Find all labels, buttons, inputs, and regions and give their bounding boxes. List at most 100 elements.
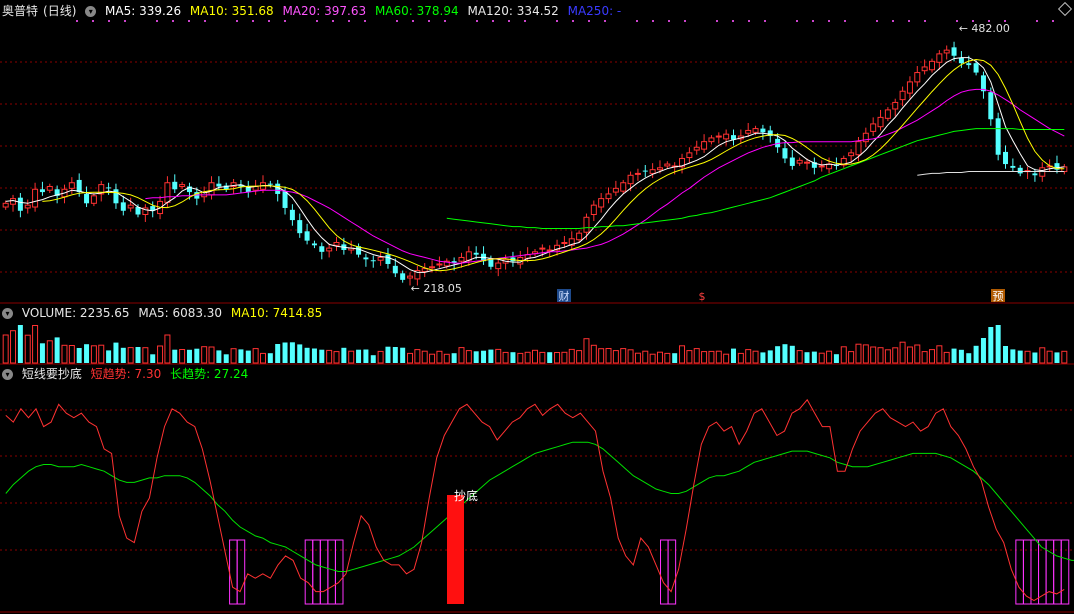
volume-bar (252, 348, 259, 364)
volume-bar (502, 351, 509, 364)
volume-bar (1039, 347, 1046, 364)
volume-bar (84, 344, 90, 363)
candle (333, 242, 340, 246)
candle (120, 202, 126, 211)
signal-dot (812, 20, 814, 22)
candle (848, 152, 855, 157)
candle (782, 148, 788, 159)
volume-bar (517, 352, 524, 364)
volume-bar (127, 347, 134, 364)
volume-bar (818, 352, 825, 364)
volume-bar (715, 350, 722, 364)
candle (1003, 151, 1009, 165)
volume-bar (884, 349, 891, 364)
volume-bar (451, 353, 457, 363)
signal-dot (844, 20, 846, 22)
volume-bar (2, 334, 9, 364)
volume-bar (135, 347, 141, 363)
candle (289, 209, 295, 221)
signal-dot (876, 20, 878, 22)
candle (216, 183, 222, 187)
volume-bar (730, 348, 736, 363)
bottom-signal-label: 抄底 (454, 488, 478, 503)
candle (76, 179, 82, 193)
signal-dot (652, 20, 654, 22)
volume-bar (620, 348, 627, 364)
volume-bar (547, 352, 553, 363)
volume-bar (980, 338, 986, 363)
candle (804, 161, 811, 164)
candle (745, 129, 752, 134)
volume-bar (76, 348, 82, 363)
volume-bar (216, 350, 222, 363)
volume-bar (598, 348, 605, 364)
candle (649, 169, 656, 174)
signal-dot (364, 20, 366, 22)
volume-bar (928, 349, 935, 364)
volume-bar (988, 327, 994, 363)
signal-dot (716, 20, 718, 22)
candle (495, 262, 502, 270)
signal-dot (76, 20, 78, 22)
volume-bar (723, 353, 730, 364)
volume-bar (892, 347, 899, 364)
candle (789, 157, 795, 166)
candle (943, 49, 950, 54)
candle (906, 81, 913, 94)
candle (68, 182, 75, 189)
candle (884, 109, 891, 119)
volume-bar (201, 346, 208, 364)
volume-bar (708, 350, 715, 364)
candle (995, 118, 1001, 155)
candle (936, 53, 943, 63)
volume-bar (356, 349, 362, 363)
event-marker: 财 (559, 289, 570, 303)
signal-dot (476, 20, 478, 22)
candle (392, 265, 398, 274)
volume-bar (392, 347, 398, 363)
candle (583, 216, 590, 233)
volume-bar (172, 349, 178, 363)
candle (634, 172, 641, 175)
ma5-line (5, 57, 1065, 273)
candle (818, 165, 825, 168)
candle (966, 63, 972, 66)
signal-dot (748, 20, 750, 22)
bottom-zone-box (1030, 539, 1040, 605)
volume-bar (429, 353, 436, 364)
signal-dot (396, 20, 398, 22)
candle (311, 243, 317, 246)
volume-bar (782, 344, 788, 363)
candle (385, 254, 391, 264)
volume-bar (46, 340, 53, 364)
volume-bar (870, 346, 877, 364)
volume-bar (789, 345, 795, 363)
candle (458, 256, 465, 262)
volume-bar (179, 349, 186, 364)
candle (899, 90, 906, 101)
volume-bar (333, 351, 340, 364)
signal-dot (172, 20, 174, 22)
candle (612, 187, 619, 193)
volume-bar (54, 337, 60, 363)
volume-bar (826, 350, 833, 364)
volume-bar (473, 351, 479, 363)
volume-bar (796, 350, 803, 364)
candle (951, 47, 957, 56)
candle (319, 246, 325, 252)
volume-bar (223, 354, 229, 363)
volume-bar (208, 346, 215, 364)
candle (267, 183, 273, 185)
volume-bar (921, 351, 928, 364)
signal-dot (284, 20, 286, 22)
signal-dot (412, 20, 414, 22)
stock-chart[interactable]: ← 482.00 ← 218.05 财 $ 预抄底 (0, 0, 1074, 614)
signal-dot (204, 20, 206, 22)
signal-dot (956, 20, 958, 22)
volume-bar (120, 347, 126, 363)
signal-dot (796, 20, 798, 22)
volume-bar (568, 348, 575, 364)
volume-bar (348, 350, 355, 364)
volume-bar (370, 355, 376, 363)
volume-bar (142, 347, 149, 364)
